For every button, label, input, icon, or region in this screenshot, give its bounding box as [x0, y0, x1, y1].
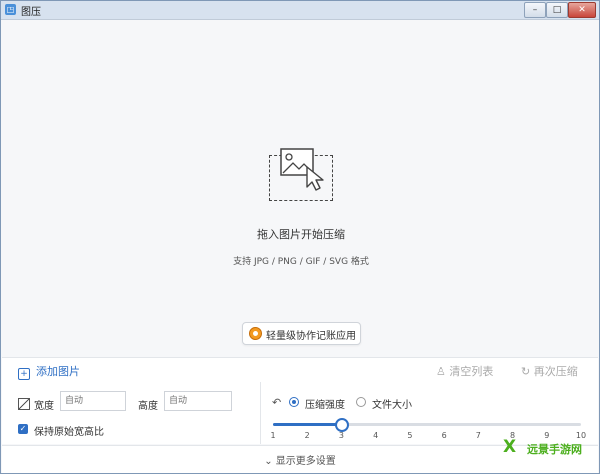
close-button[interactable]: ✕ [568, 2, 596, 18]
clear-list-button[interactable]: ♙ 清空列表 [436, 363, 493, 379]
slider-tick-label: 2 [304, 431, 310, 440]
app-window: ◳ 图压 – □ ✕ 拖入图片开始压缩 支持 JPG / PNG / GIF /… [0, 0, 600, 474]
height-input[interactable] [164, 391, 232, 411]
minimize-button[interactable]: – [524, 2, 546, 18]
slider-tick-label: 6 [441, 431, 447, 440]
add-image-label: 添加图片 [36, 365, 80, 378]
slider-fill [273, 423, 342, 426]
maximize-button[interactable]: □ [546, 2, 568, 18]
title-bar[interactable]: ◳ 图压 – □ ✕ [1, 1, 599, 20]
resize-icon [18, 398, 30, 410]
watermark: X 远景手游网 [503, 437, 597, 457]
height-label: 高度 [138, 401, 158, 412]
refresh-icon: ↻ [521, 365, 531, 378]
size-settings: 宽度 高度 ✓ 保持原始宽高比 [2, 382, 261, 444]
strength-slider[interactable] [273, 418, 581, 432]
image-drop-icon [280, 148, 324, 191]
promo-app-icon [249, 327, 262, 340]
clear-list-label: 清空列表 [449, 365, 494, 378]
toolbar: + 添加图片 ♙ 清空列表 ↻ 再次压缩 [2, 357, 598, 383]
clear-icon: ♙ [436, 365, 446, 378]
recompress-label: 再次压缩 [533, 365, 578, 378]
width-label: 宽度 [34, 401, 54, 412]
drop-title: 拖入图片开始压缩 [257, 228, 345, 241]
watermark-text: 远景手游网 [527, 443, 582, 456]
supported-formats: 支持 JPG / PNG / GIF / SVG 格式 [233, 257, 369, 267]
filesize-label[interactable]: 文件大小 [372, 396, 412, 411]
slider-tick-label: 3 [338, 431, 344, 440]
promo-label: 轻量级协作记账应用 [266, 331, 356, 342]
watermark-logo-icon: X [503, 437, 517, 457]
slider-tick-label: 5 [407, 431, 413, 440]
plus-icon: + [18, 368, 30, 380]
strength-label[interactable]: 压缩强度 [305, 396, 345, 411]
keep-ratio-label[interactable]: 保持原始宽高比 [34, 423, 104, 438]
add-image-button[interactable]: + 添加图片 [18, 363, 80, 380]
show-more-label: 显示更多设置 [275, 456, 336, 467]
recompress-button[interactable]: ↻ 再次压缩 [521, 363, 578, 379]
filesize-radio[interactable] [356, 397, 366, 407]
width-input[interactable] [60, 391, 126, 411]
app-icon: ◳ [5, 4, 16, 15]
drop-zone[interactable]: 拖入图片开始压缩 支持 JPG / PNG / GIF / SVG 格式 [2, 20, 598, 356]
slider-tick-label: 1 [270, 431, 276, 440]
chevron-down-icon: ⌄ [264, 456, 273, 467]
slider-tick-label: 7 [475, 431, 481, 440]
promo-button[interactable]: 轻量级协作记账应用 [242, 322, 361, 345]
slider-tick-label: 4 [373, 431, 379, 440]
keep-ratio-checkbox[interactable]: ✓ [18, 424, 28, 434]
strength-radio[interactable] [289, 397, 299, 407]
speed-gauge-icon: ↶ [272, 396, 282, 409]
window-title: 图压 [21, 7, 41, 18]
